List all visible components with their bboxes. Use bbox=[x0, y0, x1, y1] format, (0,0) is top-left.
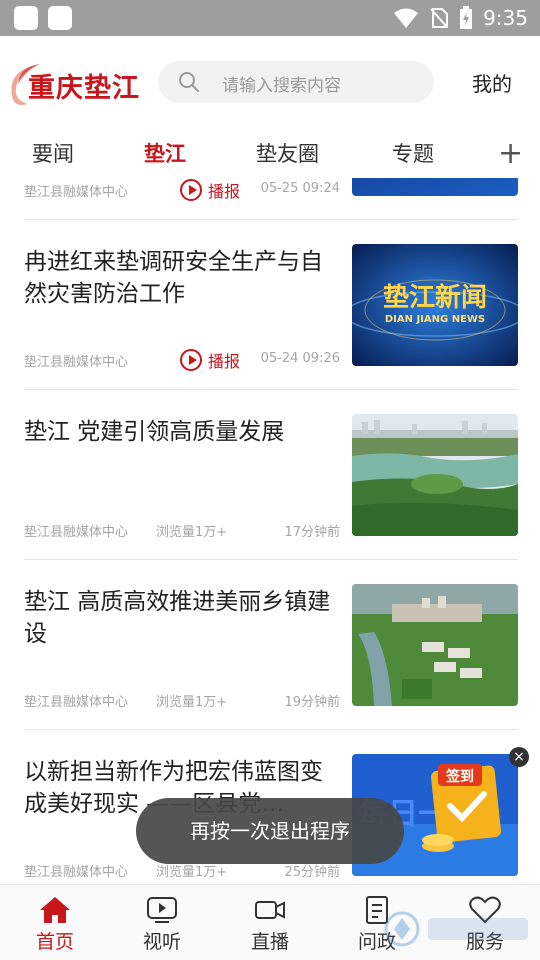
item-time: 17分钟前 bbox=[284, 525, 340, 540]
news-thumbnail bbox=[352, 178, 518, 196]
search-input[interactable]: 请输入搜索内容 bbox=[222, 71, 341, 96]
nav-label: 视听 bbox=[142, 931, 181, 953]
mine-button[interactable]: 我的 bbox=[472, 68, 512, 97]
item-meta: 垫江县融媒体中心 播报 05-24 09:26 bbox=[24, 348, 340, 372]
thumb-title: 垫江新闻 bbox=[383, 282, 487, 313]
nav-live[interactable]: 直播 bbox=[235, 895, 305, 954]
town-river-image bbox=[352, 584, 518, 706]
nav-home[interactable]: 首页 bbox=[20, 895, 90, 954]
thumb-subtitle: DIAN JIANG NEWS bbox=[385, 314, 485, 325]
add-channel-icon[interactable]: + bbox=[498, 136, 523, 171]
item-source: 垫江县融媒体中心 bbox=[24, 525, 129, 540]
notification-icons bbox=[14, 6, 72, 30]
wifi-icon bbox=[394, 8, 419, 28]
search-icon bbox=[179, 72, 199, 92]
exit-toast: 再按一次退出程序 bbox=[136, 798, 404, 864]
tab-zhuanti[interactable]: 专题 bbox=[392, 138, 434, 168]
battery-charging-icon bbox=[460, 6, 473, 29]
item-title[interactable]: 冉进红来垫调研安全生产与自然灾害防治工作 bbox=[24, 246, 340, 310]
notification-icon bbox=[14, 6, 38, 30]
tab-dianjiang[interactable]: 垫江 bbox=[144, 138, 186, 168]
item-source: 垫江县融媒体中心 bbox=[24, 865, 129, 880]
notification-icon bbox=[48, 6, 72, 30]
item-time: 05-24 09:26 bbox=[260, 351, 340, 366]
status-bar: 9:35 bbox=[0, 0, 540, 36]
item-title[interactable]: 垫江 高质高效推进美丽乡镇建设 bbox=[24, 586, 340, 650]
nav-video[interactable]: 视听 bbox=[127, 895, 197, 954]
nav-label: 首页 bbox=[35, 931, 74, 953]
logo-text: 重庆垫江 bbox=[28, 73, 140, 104]
channel-tabs: 要闻 垫江 垫友圈 专题 + bbox=[0, 128, 540, 178]
item-time: 19分钟前 bbox=[284, 695, 340, 710]
item-source: 垫江县融媒体中心 bbox=[24, 695, 129, 710]
watermark-logo bbox=[384, 911, 528, 947]
list-item[interactable]: 垫江县融媒体中心 播报 05-25 09:24 bbox=[24, 178, 518, 220]
play-broadcast-button[interactable]: 播报 bbox=[180, 178, 240, 202]
app-logo[interactable]: 重庆垫江 bbox=[6, 60, 146, 110]
news-feed[interactable]: 垫江县融媒体中心 播报 05-25 09:24 冉进红来垫调研安全生产与自然灾害… bbox=[0, 178, 540, 884]
item-meta: 垫江县融媒体中心 浏览量1万+ 19分钟前 bbox=[24, 688, 340, 712]
app-header: 重庆垫江 请输入搜索内容 我的 bbox=[0, 36, 540, 128]
close-ad-icon[interactable]: × bbox=[509, 747, 529, 767]
checkin-badge: 签到 bbox=[445, 768, 474, 785]
dianjiang-news-logo: 垫江新闻 DIAN JIANG NEWS bbox=[352, 244, 518, 366]
no-sim-icon bbox=[430, 8, 449, 28]
nav-label: 直播 bbox=[250, 931, 289, 953]
item-meta: 垫江县融媒体中心 浏览量1万+ 17分钟前 bbox=[24, 518, 340, 542]
list-item[interactable]: 冉进红来垫调研安全生产与自然灾害防治工作 垫江新闻 DIAN JIANG NEW… bbox=[24, 220, 518, 390]
list-item[interactable]: 垫江 党建引领高质量发展 垫江县融媒体中心 浏览量1万+ 17分钟前 bbox=[24, 390, 518, 560]
play-icon bbox=[180, 349, 202, 371]
play-label: 播报 bbox=[208, 182, 241, 201]
lake-landscape-image bbox=[352, 414, 518, 536]
news-thumbnail[interactable] bbox=[352, 414, 518, 536]
video-icon bbox=[147, 897, 177, 923]
item-views: 浏览量1万+ bbox=[156, 525, 228, 540]
news-thumbnail[interactable]: 垫江新闻 DIAN JIANG NEWS bbox=[352, 244, 518, 366]
item-time: 05-25 09:24 bbox=[260, 181, 340, 196]
play-label: 播报 bbox=[208, 352, 241, 371]
news-thumbnail[interactable] bbox=[352, 584, 518, 706]
item-source: 垫江县融媒体中心 bbox=[24, 355, 129, 370]
play-icon bbox=[180, 179, 202, 201]
search-bar[interactable]: 请输入搜索内容 bbox=[158, 61, 434, 103]
tab-dianyouquan[interactable]: 垫友圈 bbox=[256, 138, 319, 168]
clock: 9:35 bbox=[483, 6, 528, 30]
item-meta: 垫江县融媒体中心 播报 05-25 09:24 bbox=[24, 178, 340, 202]
item-source: 垫江县融媒体中心 bbox=[24, 185, 129, 200]
home-icon bbox=[40, 897, 70, 923]
list-item[interactable]: 垫江 高质高效推进美丽乡镇建设 垫江县融媒体中心 浏览量1万+ 19分钟前 bbox=[24, 560, 518, 730]
play-broadcast-button[interactable]: 播报 bbox=[180, 348, 240, 372]
item-title[interactable]: 垫江 党建引领高质量发展 bbox=[24, 416, 340, 448]
camera-icon bbox=[255, 901, 285, 919]
item-views: 浏览量1万+ bbox=[156, 695, 228, 710]
tab-yaowen[interactable]: 要闻 bbox=[32, 138, 74, 168]
